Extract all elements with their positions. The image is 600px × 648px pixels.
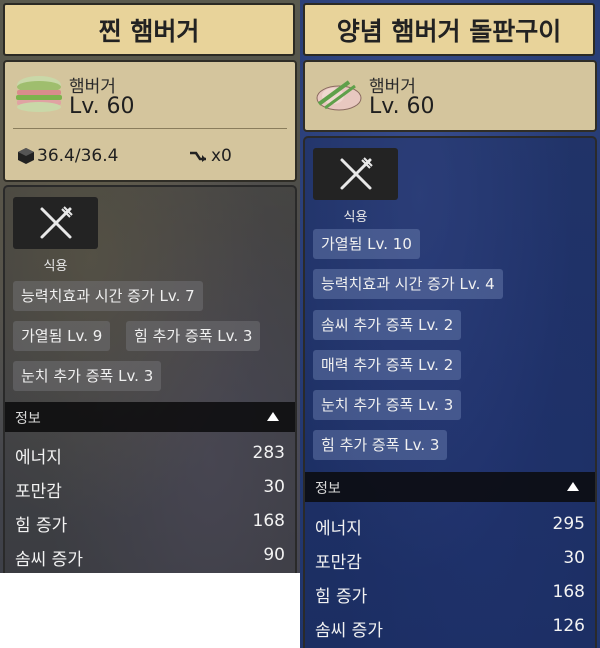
swap-icon xyxy=(190,151,206,162)
effect-tag: 힘 추가 증폭 Lv. 3 xyxy=(126,321,261,351)
stat-value: 126 xyxy=(552,616,585,636)
info-label: 정보 xyxy=(15,411,41,427)
stat-value: 168 xyxy=(552,582,585,602)
info-row: 힘 증가 168 xyxy=(305,576,595,610)
effect-tag: 가열됨 Lv. 9 xyxy=(13,321,111,351)
stat-name: 힘 증가 xyxy=(315,587,368,607)
info-toggle[interactable]: 정보 xyxy=(5,402,295,432)
item-detail-panel: 식용 능력치효과 시간 증가 Lv. 7 가열됨 Lv. 9 힘 추가 증폭 L… xyxy=(3,185,297,573)
stat-name: 솜씨 증가 xyxy=(315,621,383,641)
effect-tag: 힘 추가 증폭 Lv. 3 xyxy=(313,430,448,460)
info-row: 솜씨 증가 126 xyxy=(305,610,595,644)
info-row: 에너지 295 xyxy=(305,508,595,542)
stat-name: 힘 증가 xyxy=(15,516,68,536)
item-detail-panel: 식용 가열됨 Lv. 10 능력치효과 시간 증가 Lv. 4 솜씨 추가 증폭… xyxy=(303,136,597,648)
effect-tag: 가열됨 Lv. 10 xyxy=(313,229,420,259)
effect-tag: 눈치 추가 증폭 Lv. 3 xyxy=(313,390,462,420)
weight-value: 36.4/36.4 xyxy=(37,146,119,166)
grilled-burger-icon xyxy=(316,80,362,111)
stat-name: 솜씨 증가 xyxy=(15,550,83,570)
eat-label: 식용 xyxy=(343,210,368,225)
cube-icon xyxy=(18,148,34,164)
info-row: 포만감 30 xyxy=(305,542,595,576)
caret-up-icon xyxy=(567,482,579,491)
info-row: 에너지 283 xyxy=(5,437,295,471)
item-card-steamed-burger: 찐 햄버거 햄버거 Lv. 60 36.4/36.4 x0 식용 능력치효과 시… xyxy=(0,0,300,573)
effect-tag: 능력치효과 시간 증가 Lv. 4 xyxy=(313,269,503,299)
eat-label: 식용 xyxy=(43,259,68,274)
item-header: 햄버거 Lv. 60 36.4/36.4 x0 xyxy=(3,60,297,182)
stat-value: 283 xyxy=(252,443,285,463)
stat-name: 에너지 xyxy=(315,519,362,539)
fork-knife-icon xyxy=(40,206,73,239)
info-row: 솜씨 증가 90 xyxy=(5,539,295,573)
item-level: Lv. 60 xyxy=(69,94,135,119)
item-header: 햄버거 Lv. 60 xyxy=(303,60,597,132)
info-label: 정보 xyxy=(315,481,341,497)
effect-tag: 매력 추가 증폭 Lv. 2 xyxy=(313,350,462,380)
stat-name: 포만감 xyxy=(15,482,62,502)
effect-tag: 눈치 추가 증폭 Lv. 3 xyxy=(13,361,162,391)
eat-button[interactable] xyxy=(13,197,98,249)
divider xyxy=(13,128,287,129)
stat-name: 포만감 xyxy=(315,553,362,573)
caret-up-icon xyxy=(267,412,279,421)
item-title: 찐 햄버거 xyxy=(3,3,295,56)
fork-knife-icon xyxy=(340,157,373,190)
item-card-grilled-burger: 양념 햄버거 돌판구이 햄버거 Lv. 60 식용 가열됨 Lv. 10 능력치… xyxy=(300,0,600,648)
item-level: Lv. 60 xyxy=(369,94,435,119)
stat-value: 295 xyxy=(552,514,585,534)
count-value: x0 xyxy=(211,146,232,166)
eat-button[interactable] xyxy=(313,148,398,200)
weight-row: 36.4/36.4 x0 xyxy=(15,144,285,168)
stat-value: 90 xyxy=(263,545,285,565)
effect-tag: 능력치효과 시간 증가 Lv. 7 xyxy=(13,281,203,311)
info-row: 포만감 30 xyxy=(5,471,295,505)
stat-name: 에너지 xyxy=(15,448,62,468)
stat-value: 30 xyxy=(563,548,585,568)
item-title: 양념 햄버거 돌판구이 xyxy=(303,3,595,56)
stat-value: 168 xyxy=(252,511,285,531)
info-row: 힘 증가 168 xyxy=(5,505,295,539)
info-toggle[interactable]: 정보 xyxy=(305,472,595,502)
effect-tag: 솜씨 추가 증폭 Lv. 2 xyxy=(313,310,462,340)
stat-value: 30 xyxy=(263,477,285,497)
burger-icon xyxy=(16,76,62,112)
